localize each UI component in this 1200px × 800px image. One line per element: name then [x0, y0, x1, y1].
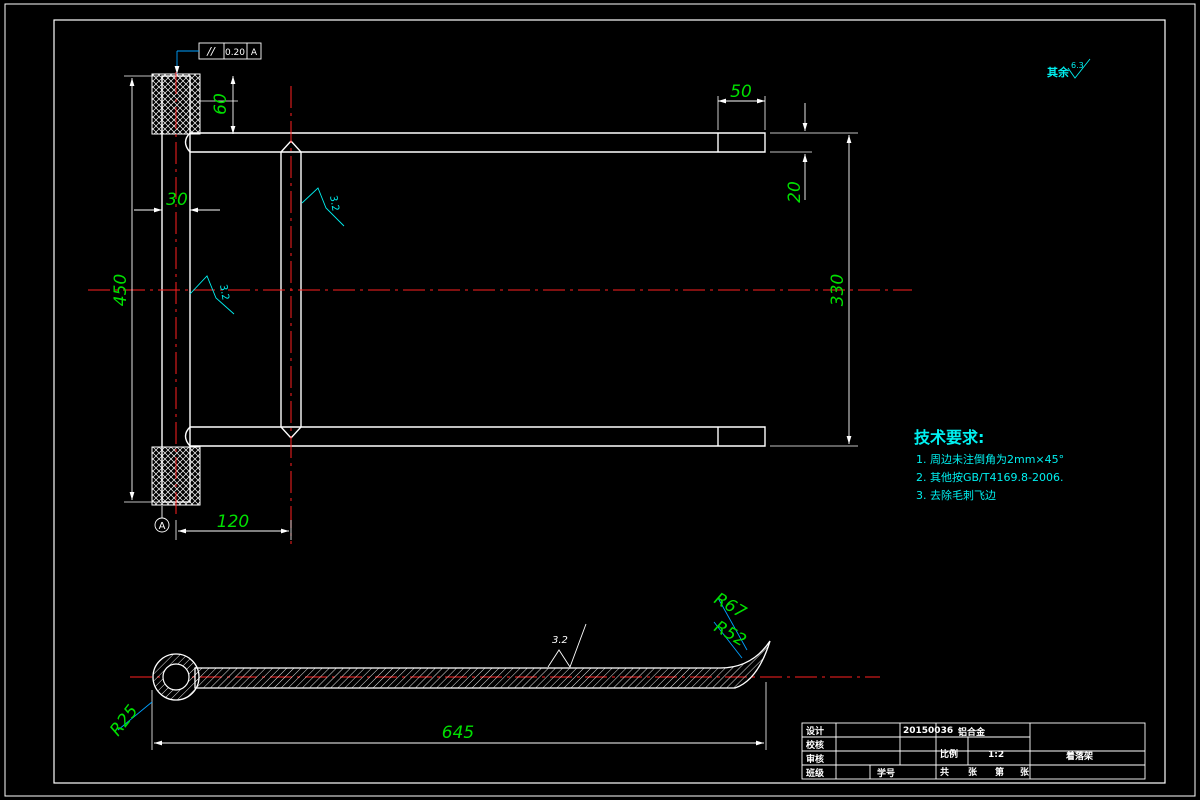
tb-review: 审核: [806, 753, 824, 765]
lower-arm-outline: [190, 426, 766, 447]
dim-30: 30: [166, 190, 188, 210]
tb-check: 校核: [806, 739, 824, 751]
dim-50: 50: [730, 82, 752, 102]
side-view: [117, 597, 771, 731]
side-arm-body: [194, 640, 771, 689]
tb-page: 第: [995, 766, 1004, 778]
tb-sheet: 张: [1020, 766, 1030, 778]
side-pivot-hole: [162, 663, 190, 691]
tb-student-no-label: 学号: [877, 767, 895, 779]
tech-requirement-3: 3. 去除毛刺飞边: [916, 488, 996, 502]
tolerance-symbol: //: [206, 45, 216, 58]
tolerance-frame: [174, 42, 262, 74]
cad-drawing: 60 50 20 30 450 330 120 645 3.2 3.2 其余 6…: [4, 3, 1196, 797]
tb-total: 共: [940, 766, 949, 778]
tb-student-no: 20150036: [903, 726, 953, 736]
centerlines: [88, 72, 912, 678]
roughness-value-brace: 3.2: [327, 195, 341, 213]
roughness-value-crossbar: 3.2: [217, 284, 231, 302]
tb-material: 铝合金: [958, 726, 986, 738]
tb-scale-label: 比例: [940, 748, 958, 760]
tb-scale: 1:2: [988, 750, 1004, 760]
tolerance-datum: A: [251, 48, 258, 58]
tech-requirements-title: 技术要求:: [914, 428, 984, 447]
general-roughness-value: 6.3: [1071, 61, 1084, 70]
general-roughness-label: 其余: [1047, 65, 1070, 79]
tb-part-name: 着落架: [1065, 750, 1093, 762]
radius-r67: R67: [711, 589, 750, 623]
tech-requirement-1: 1. 周边未注倒角为2mm×45°: [916, 452, 1064, 466]
top-view: [161, 75, 766, 503]
extension-lines: [124, 75, 858, 750]
roughness-value-side: 3.2: [552, 635, 568, 646]
tb-design: 设计: [806, 725, 824, 737]
dim-450: 450: [111, 274, 131, 306]
tb-sheets: 张: [968, 766, 978, 778]
datum-label: A: [159, 521, 166, 532]
upper-arm-outline: [190, 132, 766, 153]
tolerance-value: 0.20: [225, 48, 245, 58]
tb-class: 班级: [806, 767, 825, 779]
dim-120: 120: [217, 512, 249, 532]
dim-60: 60: [211, 93, 231, 115]
radius-r25: R25: [106, 701, 142, 740]
dim-20: 20: [785, 181, 805, 203]
radius-r52: R52: [711, 617, 750, 651]
tech-requirement-2: 2. 其他按GB/T4169.8-2006.: [916, 470, 1063, 484]
dim-645: 645: [442, 723, 474, 743]
dim-330: 330: [828, 274, 848, 306]
